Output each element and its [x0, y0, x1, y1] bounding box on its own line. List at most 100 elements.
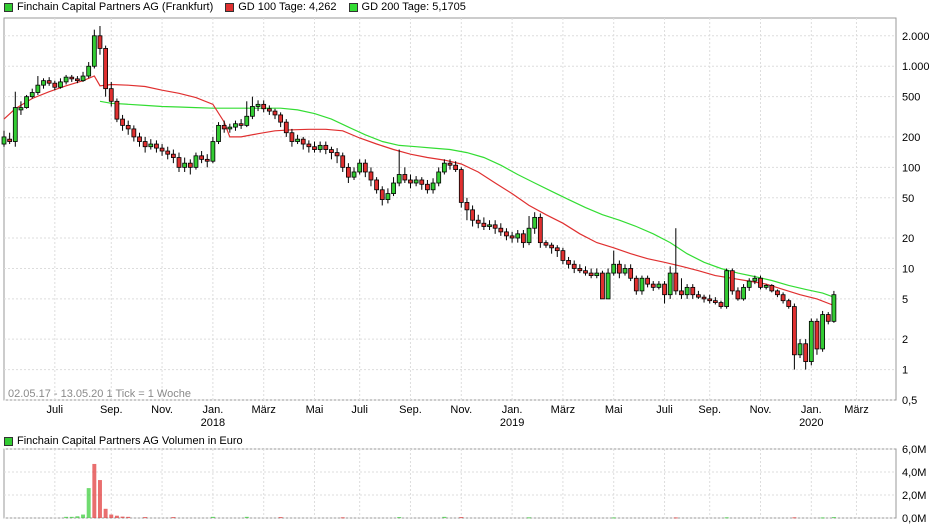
candle-body: [103, 48, 108, 90]
candle-body: [458, 169, 464, 203]
candle-body: [216, 124, 221, 142]
candle-body: [357, 162, 363, 173]
candle-body: [1, 136, 7, 145]
candle-body: [114, 100, 120, 120]
candle-body: [447, 162, 453, 166]
candle-body: [453, 164, 459, 171]
candle-body: [413, 179, 419, 184]
candle-body: [656, 283, 662, 288]
candle-body: [554, 247, 560, 252]
volume-bar: [459, 517, 464, 519]
candle-body: [379, 189, 385, 200]
candle-body: [532, 216, 538, 229]
candle-body: [735, 290, 741, 300]
xtick-label: Mai: [306, 404, 324, 416]
candle-body: [238, 123, 244, 126]
xtick-label: Juli: [47, 404, 64, 416]
volume-bar: [64, 516, 69, 518]
candle-body: [154, 143, 159, 149]
candle-body: [283, 121, 289, 134]
candle-body: [667, 272, 673, 296]
candle-body: [374, 179, 379, 191]
volume-bar: [97, 480, 102, 518]
candle-body: [29, 92, 35, 98]
candle-body: [769, 284, 775, 292]
price-panel-frame: [3, 17, 897, 401]
candle-body: [537, 216, 543, 244]
candle-body: [86, 65, 92, 77]
candle-body: [210, 141, 216, 162]
xtick-label: März: [551, 404, 575, 416]
candle-body: [792, 306, 797, 356]
candle-body: [712, 300, 718, 303]
candle-body: [244, 115, 250, 126]
price-ytick-label: 10: [902, 263, 914, 275]
price-ytick-label: 2.000: [902, 31, 930, 43]
candle-body: [701, 296, 707, 300]
price-ytick-label: 1: [902, 365, 908, 377]
candle-body: [571, 263, 577, 269]
candle-body: [526, 227, 532, 244]
xtick-label: Jan.: [202, 404, 223, 416]
candle-body: [464, 202, 470, 211]
candle-body: [780, 294, 786, 302]
candle-body: [165, 150, 171, 155]
candle-body: [261, 103, 267, 110]
xtick-year-label: 2018: [201, 417, 225, 429]
candle-body: [272, 110, 278, 116]
volume-bar: [114, 515, 119, 518]
candle-body: [820, 314, 825, 350]
candle-body: [182, 162, 188, 168]
candle-body: [611, 263, 617, 274]
volume-bar: [171, 517, 176, 519]
candle-body: [266, 108, 272, 112]
candle-body: [628, 268, 634, 279]
candle-body: [633, 277, 639, 292]
candle-body: [329, 149, 334, 153]
candle-body: [148, 143, 154, 148]
price-ytick-label: 20: [902, 233, 914, 245]
candle-body: [419, 179, 425, 185]
candle-body: [746, 280, 752, 288]
candle-body: [436, 171, 442, 184]
candle-body: [227, 126, 233, 130]
candle-body: [521, 233, 526, 244]
candle-body: [605, 272, 611, 300]
volume-bar: [109, 514, 114, 518]
xtick-label: Nov.: [151, 404, 173, 416]
price-ytick-label: 1.000: [902, 61, 930, 73]
volume-bar: [340, 517, 345, 519]
candle-body: [758, 277, 763, 288]
candle-body: [278, 114, 284, 123]
candle-body: [402, 174, 408, 181]
candle-body: [289, 132, 295, 142]
candle-body: [199, 155, 204, 160]
price-ytick-label: 50: [902, 193, 914, 205]
candle-body: [170, 153, 176, 158]
candle-body: [741, 286, 746, 300]
candle-body: [159, 147, 165, 152]
volume-bar: [75, 516, 80, 518]
candle-body: [368, 171, 374, 181]
candle-body: [509, 235, 515, 239]
volume-bar: [397, 517, 402, 519]
xtick-label: März: [251, 404, 275, 416]
candle-body: [470, 209, 475, 221]
candle-body: [775, 290, 780, 296]
volume-bar: [69, 516, 74, 518]
volume-bar: [820, 517, 825, 519]
candle-body: [58, 81, 63, 88]
price-ytick-label: 2: [902, 334, 908, 346]
candle-body: [786, 300, 792, 307]
candle-body: [425, 183, 430, 191]
candle-body: [7, 138, 13, 142]
volume-bar: [527, 517, 532, 519]
volume-bar: [244, 516, 249, 518]
candle-body: [346, 166, 351, 178]
candle-body: [543, 242, 549, 246]
xtick-label: Sep.: [698, 404, 721, 416]
xtick-year-label: 2019: [500, 417, 524, 429]
candle-body: [763, 284, 769, 288]
candle-body: [650, 283, 656, 288]
candle-body: [831, 294, 837, 322]
